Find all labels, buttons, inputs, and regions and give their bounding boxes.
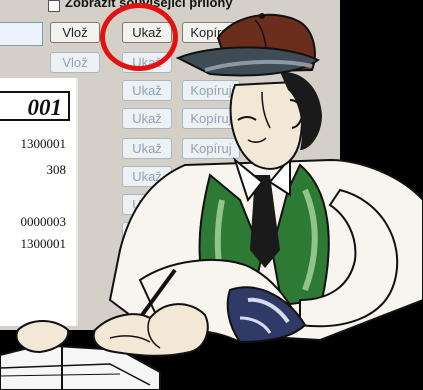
face: [229, 80, 304, 170]
clerk-writing-clipart: [0, 13, 423, 390]
